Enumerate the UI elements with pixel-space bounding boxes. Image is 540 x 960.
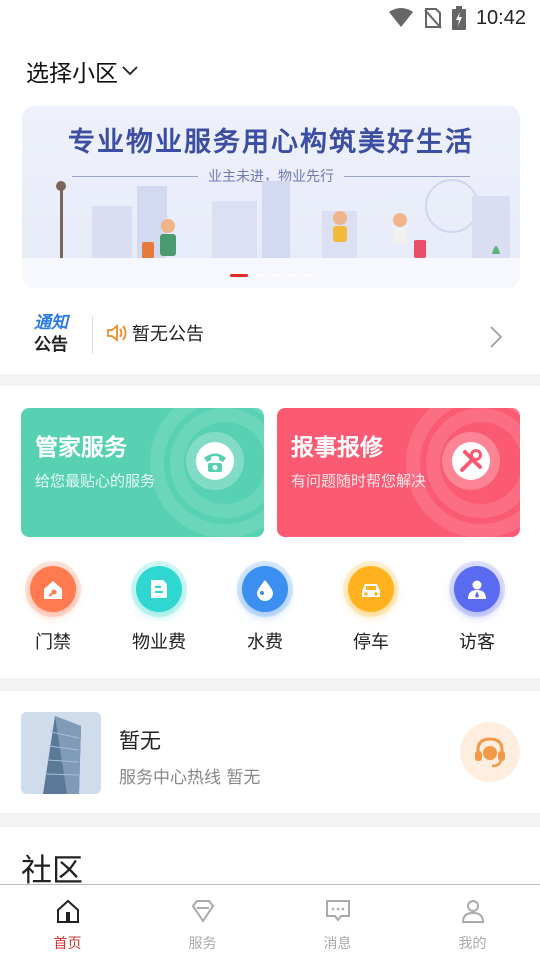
- quick-action-label: 停车: [353, 632, 389, 653]
- banner-dot[interactable]: [230, 274, 248, 277]
- property-fee-icon: [136, 566, 182, 612]
- service-center-name: 暂无: [119, 729, 161, 753]
- quick-action-label: 水费: [247, 632, 283, 653]
- chevron-down-icon: [122, 66, 138, 76]
- quick-action-label: 物业费: [132, 632, 186, 653]
- community-selector[interactable]: 选择小区: [26, 54, 138, 88]
- community-section: 社区: [0, 827, 540, 889]
- service-section: 管家服务 给您最贴心的服务 报事报修 有问题随时帮您解决 门禁 物业费 水费 停车 访客: [0, 386, 540, 678]
- repair-report-card[interactable]: 报事报修 有问题随时帮您解决: [277, 408, 520, 537]
- tab-label: 首页: [53, 936, 82, 952]
- banner-headline: 专业物业服务用心构筑美好生活: [68, 127, 474, 158]
- tools-icon: [442, 432, 500, 490]
- quick-action-item[interactable]: 访客: [424, 566, 530, 654]
- notice-divider: [92, 316, 93, 354]
- banner-illustration: [56, 179, 510, 266]
- notice-bar[interactable]: 通知 公告 暂无公告: [0, 298, 540, 374]
- bottom-tab-bar: 首页 服务 消息 我的: [0, 884, 540, 960]
- quick-action-label: 门禁: [35, 632, 71, 653]
- quick-action-item[interactable]: 物业费: [106, 566, 212, 654]
- building-photo: [21, 712, 101, 794]
- speaker-icon: [107, 324, 127, 342]
- no-sim-icon: [424, 8, 442, 29]
- quick-action-label: 访客: [459, 632, 495, 653]
- tab-label: 服务: [188, 936, 217, 952]
- notice-tag: 通知 公告: [34, 312, 82, 356]
- banner-pagination: [22, 274, 520, 277]
- community-selector-label: 选择小区: [26, 61, 118, 87]
- notice-tag-line2: 公告: [34, 335, 68, 355]
- phone-icon: [186, 432, 244, 490]
- customer-support-icon[interactable]: [460, 722, 520, 782]
- quick-actions: 门禁 物业费 水费 停车 访客: [0, 566, 540, 654]
- service-center[interactable]: 暂无 服务中心热线 暂无: [0, 691, 540, 813]
- banner-dot[interactable]: [256, 274, 264, 277]
- banner-dot[interactable]: [304, 274, 312, 277]
- tab-message[interactable]: 消息: [270, 885, 405, 960]
- message-icon: [324, 897, 352, 929]
- banner-ground: [22, 258, 520, 288]
- tab-gem[interactable]: 服务: [135, 885, 270, 960]
- wifi-icon: [388, 8, 413, 27]
- status-bar: 10:42: [0, 0, 540, 36]
- promo-banner[interactable]: 专业物业服务用心构筑美好生活 业主未进，物业先行: [22, 106, 520, 288]
- door-access-icon: [30, 566, 76, 612]
- notice-text: 暂无公告: [132, 324, 204, 345]
- water-drop-icon: [242, 566, 288, 612]
- profile-icon: [459, 897, 487, 929]
- chevron-right-icon: [490, 326, 502, 348]
- quick-action-item[interactable]: 门禁: [0, 566, 106, 654]
- quick-action-item[interactable]: 水费: [212, 566, 318, 654]
- banner-dot[interactable]: [272, 274, 280, 277]
- butler-service-subtitle: 给您最贴心的服务: [35, 472, 156, 490]
- visitor-icon: [454, 566, 500, 612]
- banner-dot[interactable]: [288, 274, 296, 277]
- tab-profile[interactable]: 我的: [405, 885, 540, 960]
- notice-tag-line1: 通知: [34, 313, 68, 333]
- battery-charging-icon: [451, 6, 466, 30]
- butler-service-title: 管家服务: [35, 435, 127, 461]
- repair-report-title: 报事报修: [291, 435, 383, 461]
- repair-report-subtitle: 有问题随时帮您解决: [291, 472, 427, 490]
- gem-icon: [189, 897, 217, 929]
- butler-service-card[interactable]: 管家服务 给您最贴心的服务: [21, 408, 264, 537]
- tab-label: 我的: [458, 936, 487, 952]
- car-icon: [348, 566, 394, 612]
- status-time: 10:42: [475, 6, 526, 29]
- service-center-hotline: 服务中心热线 暂无: [119, 768, 261, 788]
- home-icon: [54, 897, 82, 929]
- top-section: 选择小区 专业物业服务用心构筑美好生活 业主未进，物业先行 通知 公告 暂无公告: [0, 36, 540, 374]
- quick-action-item[interactable]: 停车: [318, 566, 424, 654]
- tab-label: 消息: [323, 936, 352, 952]
- tab-home[interactable]: 首页: [0, 885, 135, 960]
